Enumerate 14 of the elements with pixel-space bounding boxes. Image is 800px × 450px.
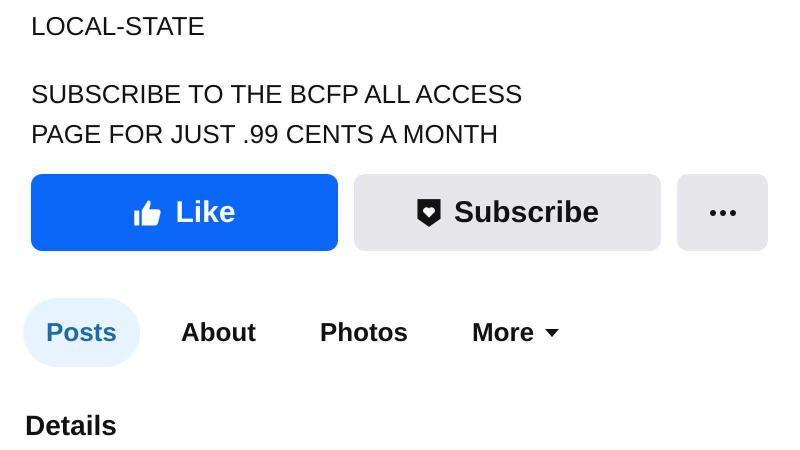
section-heading: Details <box>25 409 118 443</box>
more-icon <box>710 210 736 216</box>
more-menu[interactable]: More <box>449 298 584 367</box>
tab[interactable]: Posts <box>23 298 140 367</box>
tab[interactable]: About <box>158 298 279 367</box>
page-description: SUBSCRIBE TO THE BCFP ALL ACCESS PAGE FOR JUST .99 CENTS A MONTH <box>31 78 524 151</box>
like-button[interactable]: Like <box>31 174 338 251</box>
tab[interactable]: Photos <box>296 298 432 367</box>
heart-shield-icon <box>416 198 442 228</box>
caret-icon <box>544 328 560 338</box>
more-button[interactable] <box>677 174 768 251</box>
subscribe-button[interactable]: Subscribe <box>354 174 661 251</box>
thumbs-up-icon <box>133 198 164 228</box>
page-category: LOCAL-STATE <box>31 10 206 42</box>
